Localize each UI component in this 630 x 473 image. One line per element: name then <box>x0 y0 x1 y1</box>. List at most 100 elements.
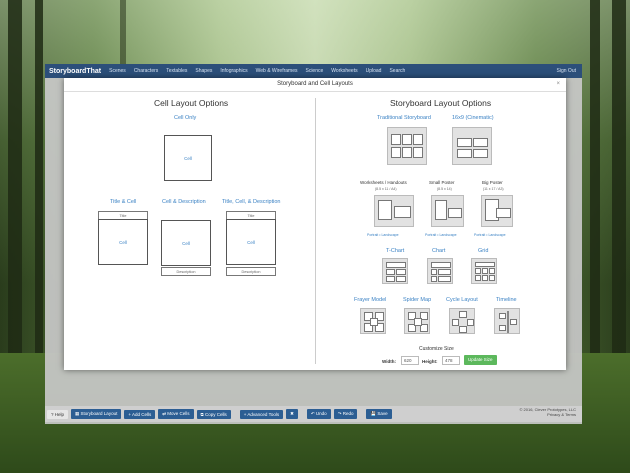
worksheets-label[interactable]: Worksheets / Handouts <box>360 180 407 185</box>
customize-size-label: Customize Size <box>419 346 454 352</box>
nav-science[interactable]: Science <box>305 68 323 74</box>
thumb-cell <box>386 262 406 268</box>
chart-option[interactable] <box>427 258 453 284</box>
cell-only-label[interactable]: Cell Only <box>174 115 196 121</box>
frayer-option[interactable] <box>360 308 386 334</box>
timeline-option[interactable] <box>494 308 520 334</box>
save-button[interactable]: 💾 Save <box>366 409 392 419</box>
thumb-portrait <box>378 200 392 220</box>
height-input[interactable]: 478 <box>442 356 460 365</box>
thumb-cell <box>413 134 423 145</box>
cinematic-label[interactable]: 16x9 (Cinematic) <box>452 115 494 121</box>
modal-header: Storyboard and Cell Layouts × <box>64 78 566 92</box>
timeline-label[interactable]: Timeline <box>496 297 517 303</box>
thumb-landscape <box>394 206 411 218</box>
spider-option[interactable] <box>404 308 430 334</box>
chart-label[interactable]: Chart <box>432 248 445 254</box>
nav-web-wireframes[interactable]: Web & Wireframes <box>256 68 298 74</box>
thumb-cell <box>475 275 481 281</box>
storyboard-layout-label: Storyboard Layout <box>80 411 118 416</box>
thumb-cell <box>473 138 488 147</box>
title-cell-desc-description-box[interactable]: Description <box>226 267 276 276</box>
copy-cells-button[interactable]: ⧉ Copy Cells <box>196 409 231 419</box>
thumb-center <box>414 318 422 326</box>
thumb-cell <box>391 134 401 145</box>
close-icon[interactable]: × <box>556 78 560 91</box>
nav-characters[interactable]: Characters <box>134 68 158 74</box>
small-poster-label[interactable]: Small Poster <box>429 180 455 185</box>
thumb-cell <box>475 268 481 274</box>
nav-scenes[interactable]: Scenes <box>109 68 126 74</box>
privacy-link[interactable]: Privacy & Terms <box>519 412 576 417</box>
nav-upload[interactable]: Upload <box>366 68 382 74</box>
move-cells-label: Move Cells <box>167 411 190 416</box>
footer-copyright: © 2016, Clever Prototypes, LLC Privacy &… <box>519 407 576 417</box>
advanced-tools-label: Advanced Tools <box>247 411 280 417</box>
nav-textables[interactable]: Textables <box>166 68 187 74</box>
delete-icon[interactable]: ✖ <box>286 409 298 419</box>
worksheets-orientation[interactable]: Portrait • Landscape <box>367 233 399 237</box>
big-poster-label[interactable]: Big Poster <box>482 180 503 185</box>
title-cell-option[interactable]: Cell <box>98 219 148 265</box>
advanced-tools-button[interactable]: + Advanced Tools <box>239 409 284 419</box>
app-logo[interactable]: StoryboardThat <box>49 68 101 75</box>
thumb-cell <box>431 269 437 275</box>
traditional-storyboard-option[interactable] <box>387 127 427 165</box>
cycle-label[interactable]: Cycle Layout <box>446 297 478 303</box>
big-poster-option[interactable] <box>481 195 513 227</box>
small-poster-orientation[interactable]: Portrait • Landscape <box>425 233 457 237</box>
thumb-cell <box>396 269 406 275</box>
thumb-cell <box>499 325 506 331</box>
undo-button[interactable]: ↶ Undo <box>306 409 331 419</box>
cell-desc-description-box[interactable]: Description <box>161 267 211 276</box>
modal-title: Storyboard and Cell Layouts <box>277 81 353 87</box>
cycle-option[interactable] <box>449 308 475 334</box>
thumb-cell <box>467 319 474 326</box>
traditional-label[interactable]: Traditional Storyboard <box>377 115 431 121</box>
grid-label[interactable]: Grid <box>478 248 488 254</box>
tchart-label[interactable]: T-Chart <box>386 248 404 254</box>
sign-out-link[interactable]: Sign Out <box>557 68 576 74</box>
update-size-button[interactable]: Update Size <box>464 355 497 365</box>
cell-text: Cell <box>184 155 192 161</box>
tchart-option[interactable] <box>382 258 408 284</box>
thumb-cell <box>457 138 472 147</box>
nav-shapes[interactable]: Shapes <box>195 68 212 74</box>
title-cell-desc-label[interactable]: Title, Cell, & Description <box>222 199 280 205</box>
layout-modal: Storyboard and Cell Layouts × Cell Layou… <box>64 78 566 370</box>
add-cells-button[interactable]: + Add Cells <box>124 409 156 419</box>
spider-label[interactable]: Spider Map <box>403 297 431 303</box>
app-top-nav: StoryboardThat Scenes Characters Textabl… <box>45 64 582 78</box>
thumb-cell <box>457 149 472 158</box>
help-button[interactable]: ? Help <box>47 409 69 419</box>
title-cell-desc-option[interactable]: Cell <box>226 219 276 265</box>
cinematic-option[interactable] <box>452 127 492 165</box>
thumb-timeline-line <box>507 311 509 333</box>
section-divider <box>315 98 316 364</box>
thumb-cell <box>386 276 395 282</box>
nav-worksheets[interactable]: Worksheets <box>331 68 357 74</box>
add-cells-label: Add Cells <box>131 411 152 417</box>
small-poster-option[interactable] <box>431 195 464 227</box>
help-label: Help <box>54 411 65 417</box>
grid-option[interactable] <box>471 258 497 284</box>
cell-only-option[interactable]: Cell <box>164 135 212 181</box>
nav-search[interactable]: Search <box>389 68 405 74</box>
nav-infographics[interactable]: Infographics <box>220 68 247 74</box>
worksheets-option[interactable] <box>374 195 414 227</box>
move-cells-button[interactable]: ⇄ Move Cells <box>158 409 194 419</box>
width-input[interactable]: 620 <box>401 356 419 365</box>
title-cell-label[interactable]: Title & Cell <box>110 199 136 205</box>
storyboard-layout-button[interactable]: ▦ Storyboard Layout <box>71 409 122 419</box>
small-poster-size: (8.5 x 14) <box>437 187 452 191</box>
thumb-cell <box>396 276 406 282</box>
big-poster-orientation[interactable]: Portrait • Landscape <box>474 233 506 237</box>
cell-desc-label[interactable]: Cell & Description <box>162 199 206 205</box>
cell-text: Cell <box>247 239 255 245</box>
cell-desc-option[interactable]: Cell <box>161 220 211 266</box>
worksheets-size: (8.5 x 11 / A4) <box>375 187 397 191</box>
frayer-label[interactable]: Frayer Model <box>354 297 386 303</box>
thumb-cell <box>459 311 467 318</box>
redo-button[interactable]: ↷ Redo <box>333 409 358 419</box>
thumb-cell <box>402 147 412 158</box>
